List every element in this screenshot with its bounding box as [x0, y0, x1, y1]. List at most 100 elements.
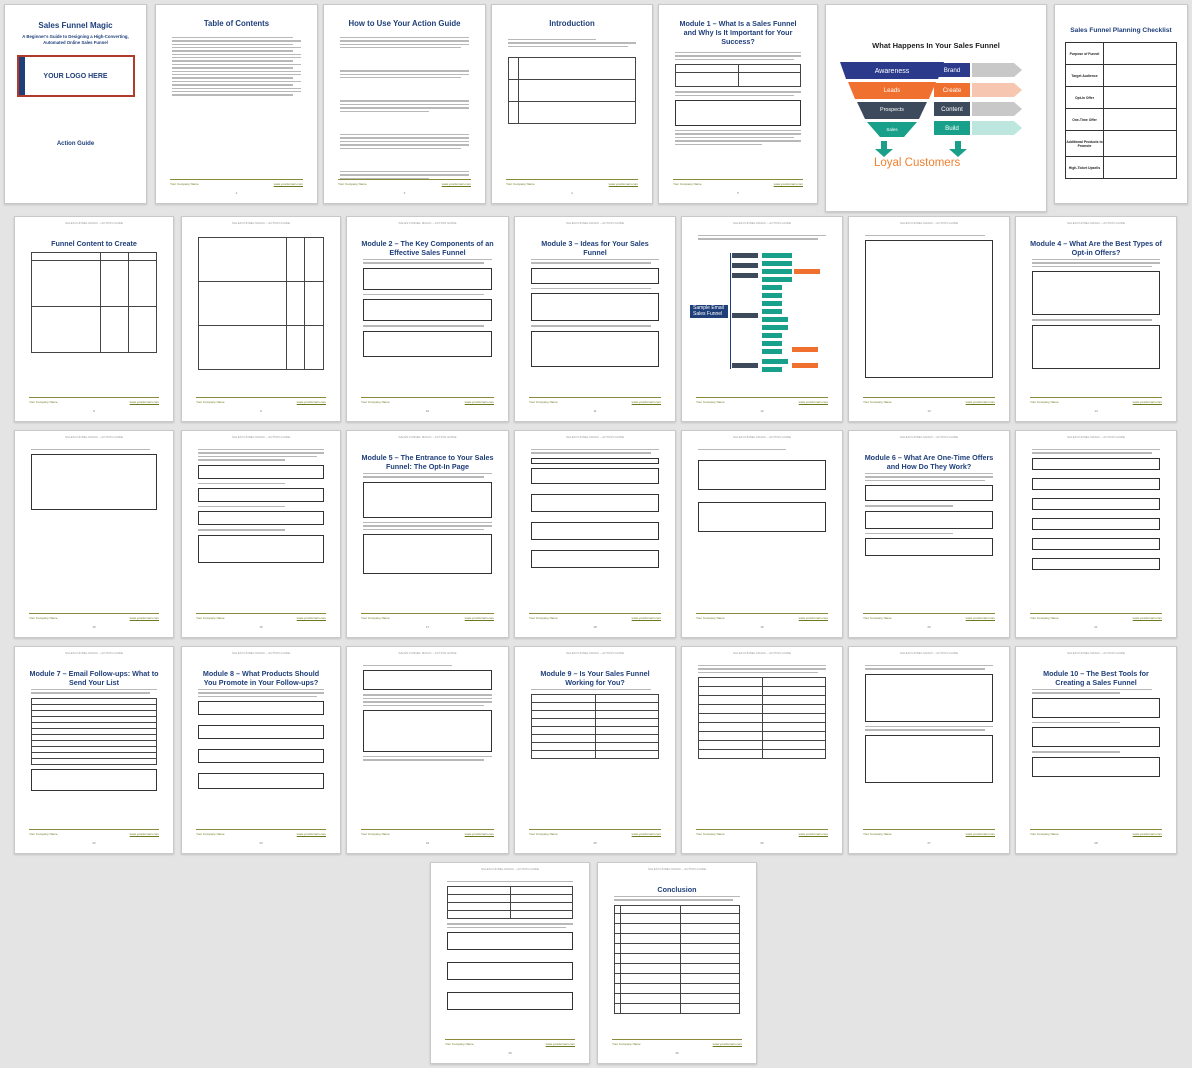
answer-box[interactable] [531, 521, 659, 540]
page-11[interactable]: SALES FUNNEL MAGIC – ACTION GUIDE Module… [514, 216, 676, 422]
page-27[interactable]: SALES FUNNEL MAGIC – ACTION GUIDE Your C… [848, 646, 1010, 854]
answer-box[interactable] [31, 454, 157, 511]
page-number: 9 [260, 409, 262, 413]
page-funnel-diagram[interactable]: What Happens In Your Sales Funnel Awaren… [825, 4, 1047, 212]
answer-box[interactable] [31, 768, 157, 791]
answer-box[interactable] [865, 673, 993, 722]
answer-box[interactable] [198, 701, 324, 716]
sketch-box[interactable] [865, 240, 993, 379]
page-19[interactable]: SALES FUNNEL MAGIC – ACTION GUIDE Your C… [681, 430, 843, 638]
page-9[interactable]: SALES FUNNEL MAGIC – ACTION GUIDE Your C… [181, 216, 341, 422]
answer-box[interactable] [363, 267, 492, 290]
answer-box[interactable] [1032, 477, 1160, 490]
funnel-table[interactable] [675, 64, 801, 88]
page-10[interactable]: SALES FUNNEL MAGIC – ACTION GUIDE Module… [346, 216, 509, 422]
metrics-table[interactable] [698, 677, 826, 760]
page-23[interactable]: SALES FUNNEL MAGIC – ACTION GUIDE Module… [181, 646, 341, 854]
followup-table[interactable] [31, 697, 157, 765]
page-8[interactable]: SALES FUNNEL MAGIC – ACTION GUIDE Funnel… [14, 216, 174, 422]
page-2[interactable]: Table of Contents Your Company Name www.y… [155, 4, 318, 204]
page-24[interactable]: SALES FUNNEL MAGIC – ACTION GUIDE Your C… [346, 646, 509, 854]
page-16[interactable]: SALES FUNNEL MAGIC – ACTION GUIDE Your C… [181, 430, 341, 638]
page-25[interactable]: SALES FUNNEL MAGIC – ACTION GUIDE Module… [514, 646, 676, 854]
page-15[interactable]: SALES FUNNEL MAGIC – ACTION GUIDE Your C… [14, 430, 174, 638]
page-26[interactable]: SALES FUNNEL MAGIC – ACTION GUIDE Your C… [681, 646, 843, 854]
page-number: 5 [737, 191, 739, 195]
page-footer: Your Company Name www.yourdomain.com [529, 397, 661, 404]
answer-box[interactable] [865, 485, 993, 502]
answer-box[interactable] [447, 962, 573, 981]
action-plan-table[interactable] [614, 904, 740, 1014]
answer-box[interactable] [1032, 517, 1160, 530]
page-12[interactable]: SALES FUNNEL MAGIC – ACTION GUIDE Sample… [681, 216, 843, 422]
page-18[interactable]: SALES FUNNEL MAGIC – ACTION GUIDE Your C… [514, 430, 676, 638]
answer-box[interactable] [198, 464, 324, 479]
answer-box[interactable] [363, 670, 492, 691]
answer-box[interactable] [363, 299, 492, 322]
answer-box[interactable] [531, 457, 659, 464]
page-20[interactable]: SALES FUNNEL MAGIC – ACTION GUIDE Module… [848, 430, 1010, 638]
answer-box[interactable] [363, 709, 492, 752]
answer-box[interactable] [447, 992, 573, 1011]
answer-box[interactable] [363, 330, 492, 357]
answer-box[interactable] [1032, 727, 1160, 748]
answer-box[interactable] [531, 467, 659, 484]
page-4[interactable]: Introduction Your Company Name www.yourdo… [491, 4, 653, 204]
answer-box[interactable] [1032, 457, 1160, 470]
answer-box[interactable] [363, 481, 492, 518]
page-14[interactable]: SALES FUNNEL MAGIC – ACTION GUIDE Module… [1015, 216, 1177, 422]
mindmap-node [762, 325, 788, 330]
answer-box[interactable] [363, 533, 492, 574]
metrics-table[interactable] [531, 694, 659, 760]
page-footer: Your Company Name www.yourdomain.com [1030, 613, 1162, 620]
page-footer: Your Company Name www.yourdomain.com [696, 829, 828, 836]
page-footer: Your Company Name www.yourdomain.com [673, 179, 803, 186]
answer-box[interactable] [198, 773, 324, 790]
page-21[interactable]: SALES FUNNEL MAGIC – ACTION GUIDE Your C… [1015, 430, 1177, 638]
page-22[interactable]: SALES FUNNEL MAGIC – ACTION GUIDE Module… [14, 646, 174, 854]
answer-box[interactable] [698, 460, 826, 491]
answer-box[interactable] [698, 502, 826, 533]
answer-box[interactable] [198, 487, 324, 502]
answer-box[interactable] [198, 749, 324, 764]
answer-box[interactable] [531, 330, 659, 367]
answer-box[interactable] [531, 493, 659, 512]
answer-box[interactable] [865, 734, 993, 783]
page-29[interactable]: SALES FUNNEL MAGIC – ACTION GUIDE Your C… [430, 862, 590, 1064]
answer-box[interactable] [531, 549, 659, 568]
page-28[interactable]: SALES FUNNEL MAGIC – ACTION GUIDE Module… [1015, 646, 1177, 854]
tools-table[interactable] [447, 886, 573, 920]
checklist-table[interactable]: Purpose of Funnel Target Audience Opt-In… [1065, 42, 1177, 179]
answer-box[interactable] [1032, 756, 1160, 777]
content-table[interactable] [198, 237, 324, 370]
expectations-table[interactable] [508, 56, 636, 124]
answer-box[interactable] [1032, 497, 1160, 510]
answer-box[interactable] [198, 511, 324, 526]
answer-box[interactable] [865, 510, 993, 529]
answer-box[interactable] [531, 267, 659, 284]
mindmap-node [762, 309, 782, 314]
page-checklist[interactable]: Sales Funnel Planning Checklist Purpose … [1054, 4, 1188, 204]
page-number: 19 [760, 625, 764, 629]
answer-box[interactable] [675, 99, 801, 126]
answer-box[interactable] [447, 932, 573, 951]
mindmap-node [762, 269, 792, 274]
answer-box[interactable] [198, 534, 324, 563]
page-17[interactable]: SALES FUNNEL MAGIC – ACTION GUIDE Module… [346, 430, 509, 638]
page-3[interactable]: How to Use Your Action Guide Your Compan… [323, 4, 486, 204]
page-30[interactable]: SALES FUNNEL MAGIC – ACTION GUIDE Conclu… [597, 862, 757, 1064]
action-label-build: Build [945, 124, 959, 132]
answer-box[interactable] [198, 725, 324, 740]
page-13[interactable]: SALES FUNNEL MAGIC – ACTION GUIDE Your C… [848, 216, 1010, 422]
answer-box[interactable] [531, 293, 659, 322]
content-table[interactable] [31, 252, 158, 353]
answer-box[interactable] [1032, 537, 1160, 550]
page-title: Module 3 – Ideas for Your Sales Funnel [541, 239, 649, 257]
page-5[interactable]: Module 1 – What Is a Sales Funnel and Wh… [658, 4, 818, 204]
answer-box[interactable] [865, 537, 993, 556]
answer-box[interactable] [1032, 324, 1160, 369]
answer-box[interactable] [1032, 697, 1160, 718]
answer-box[interactable] [1032, 557, 1160, 570]
answer-box[interactable] [1032, 271, 1160, 316]
page-cover[interactable]: Sales Funnel Magic A Beginner's Guide to… [4, 4, 147, 204]
